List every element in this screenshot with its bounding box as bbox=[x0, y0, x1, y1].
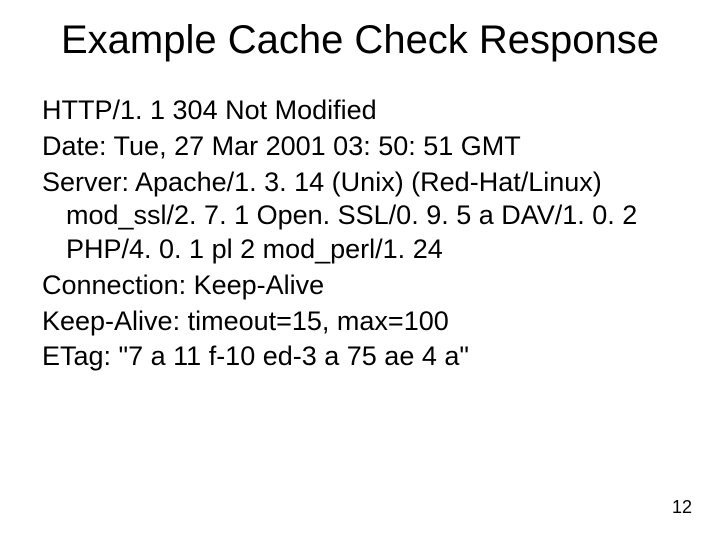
body-line: Date: Tue, 27 Mar 2001 03: 50: 51 GMT bbox=[42, 130, 682, 164]
body-line: ETag: "7 a 11 f-10 ed-3 a 75 ae 4 a" bbox=[42, 340, 682, 374]
slide-body: HTTP/1. 1 304 Not Modified Date: Tue, 27… bbox=[42, 94, 682, 376]
body-line: HTTP/1. 1 304 Not Modified bbox=[42, 94, 682, 128]
body-line: Keep-Alive: timeout=15, max=100 bbox=[42, 305, 682, 339]
slide: Example Cache Check Response HTTP/1. 1 3… bbox=[0, 0, 720, 540]
body-line: Connection: Keep-Alive bbox=[42, 269, 682, 303]
page-number: 12 bbox=[672, 497, 692, 518]
slide-title: Example Cache Check Response bbox=[0, 18, 720, 63]
body-line: Server: Apache/1. 3. 14 (Unix) (Red-Hat/… bbox=[42, 166, 682, 267]
